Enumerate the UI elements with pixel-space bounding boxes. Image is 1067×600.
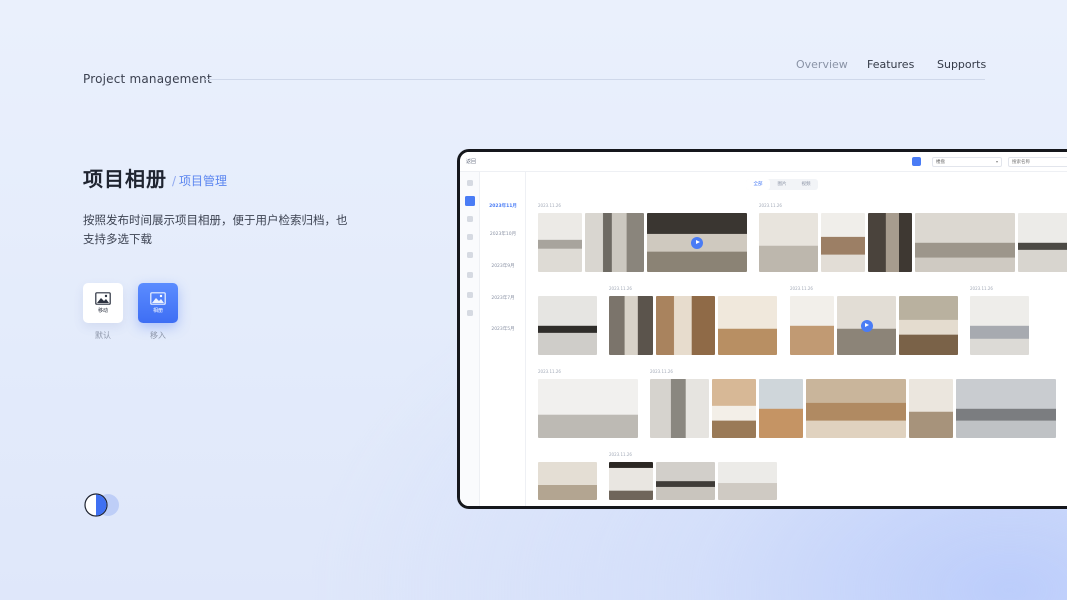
- photo-thumbnail[interactable]: [585, 213, 644, 272]
- date-filter-item[interactable]: 2023年9月: [481, 263, 525, 269]
- group-date: 2023.11.26: [759, 203, 782, 208]
- date-filter-item[interactable]: 2023年10月: [481, 231, 525, 237]
- group-date: 2023.11.26: [609, 286, 632, 291]
- brand-title: Project management: [83, 72, 212, 86]
- mode-hover-label: 相册: [152, 308, 163, 314]
- photo-thumbnail[interactable]: [970, 296, 1029, 355]
- photo-thumbnail[interactable]: [915, 213, 1015, 272]
- nav-icon[interactable]: [467, 310, 473, 316]
- search-input[interactable]: 搜索名称: [1008, 157, 1067, 167]
- chevron-down-icon: ▾: [995, 159, 998, 164]
- photo-thumbnail[interactable]: [712, 379, 756, 438]
- settings-icon[interactable]: [467, 180, 473, 186]
- media-type-tabs: 全部 图片 视频: [746, 179, 818, 190]
- photo-thumbnail[interactable]: [609, 462, 653, 500]
- tab-all[interactable]: 全部: [746, 179, 770, 190]
- nav-overview[interactable]: Overview: [796, 58, 848, 71]
- breadcrumb: / 项目管理: [172, 174, 228, 188]
- photo-thumbnail[interactable]: [1018, 213, 1067, 272]
- photo-thumbnail[interactable]: [868, 213, 912, 272]
- photo-thumbnail[interactable]: [538, 462, 597, 500]
- photo-thumbnail[interactable]: [821, 213, 865, 272]
- app-preview: 返回 楼盘 ▾ 搜索名称 2023年11月 2023年10月 2023年9月 20…: [457, 149, 1067, 509]
- page-title: 项目相册: [83, 167, 167, 191]
- photo-thumbnail[interactable]: [899, 296, 958, 355]
- group-date: 2023.11.26: [609, 452, 632, 457]
- tab-images[interactable]: 图片: [770, 179, 794, 190]
- image-icon: [95, 292, 111, 305]
- date-filter-list: 2023年11月 2023年10月 2023年9月 2023年7月 2023年5…: [481, 172, 526, 506]
- mode-default-card[interactable]: 移动: [83, 283, 123, 323]
- album-icon: [150, 292, 166, 305]
- photo-thumbnail[interactable]: [538, 296, 597, 355]
- nav-features[interactable]: Features: [867, 58, 914, 71]
- photo-thumbnail[interactable]: [759, 213, 818, 272]
- date-filter-item[interactable]: 2023年5月: [481, 326, 525, 332]
- album-nav-icon[interactable]: [465, 196, 475, 206]
- video-thumbnail[interactable]: [647, 213, 747, 272]
- back-link[interactable]: 返回: [466, 158, 476, 165]
- project-select[interactable]: 楼盘 ▾: [932, 157, 1002, 167]
- grid-view-icon[interactable]: [912, 157, 921, 166]
- page-description: 按照发布时间展示项目相册，便于用户检索归档，也支持多选下载: [83, 213, 348, 246]
- date-filter-item[interactable]: 2023年7月: [481, 295, 525, 301]
- app-toolbar: 返回 楼盘 ▾ 搜索名称: [460, 152, 1067, 172]
- header-divider: [205, 79, 985, 80]
- mode-hover-card[interactable]: 相册: [138, 283, 178, 323]
- play-icon: [691, 236, 703, 249]
- side-rail: [460, 172, 480, 506]
- nav-supports[interactable]: Supports: [937, 58, 986, 71]
- nav-icon[interactable]: [467, 216, 473, 222]
- theme-toggle-icon[interactable]: [83, 493, 121, 517]
- photo-thumbnail[interactable]: [718, 462, 777, 500]
- group-date: 2023.11.26: [650, 369, 673, 374]
- nav-icon[interactable]: [467, 252, 473, 258]
- photo-thumbnail[interactable]: [538, 379, 638, 438]
- nav-icon[interactable]: [467, 272, 473, 278]
- breadcrumb-label: 项目管理: [179, 174, 228, 188]
- photo-thumbnail[interactable]: [538, 213, 582, 272]
- tab-videos[interactable]: 视频: [794, 179, 818, 190]
- photo-thumbnail[interactable]: [909, 379, 953, 438]
- group-date: 2023.11.26: [538, 203, 561, 208]
- photo-thumbnail[interactable]: [790, 296, 834, 355]
- mode-hover-caption: 移入: [150, 331, 166, 340]
- group-date: 2023.11.26: [970, 286, 993, 291]
- photo-thumbnail[interactable]: [956, 379, 1056, 438]
- date-filter-item[interactable]: 2023年11月: [481, 203, 525, 209]
- nav-icon[interactable]: [467, 292, 473, 298]
- group-date: 2023.11.26: [790, 286, 813, 291]
- nav-icon[interactable]: [467, 234, 473, 240]
- photo-thumbnail[interactable]: [718, 296, 777, 355]
- photo-thumbnail[interactable]: [650, 379, 709, 438]
- play-icon: [860, 319, 873, 332]
- photo-thumbnail[interactable]: [806, 379, 906, 438]
- photo-thumbnail[interactable]: [656, 462, 715, 500]
- mode-default-label: 移动: [97, 308, 108, 314]
- photo-thumbnail[interactable]: [609, 296, 653, 355]
- mode-default-caption: 默认: [95, 331, 111, 340]
- photo-thumbnail[interactable]: [759, 379, 803, 438]
- video-thumbnail[interactable]: [837, 296, 896, 355]
- photo-thumbnail[interactable]: [656, 296, 715, 355]
- group-date: 2023.11.26: [538, 369, 561, 374]
- project-select-value: 楼盘: [936, 160, 945, 165]
